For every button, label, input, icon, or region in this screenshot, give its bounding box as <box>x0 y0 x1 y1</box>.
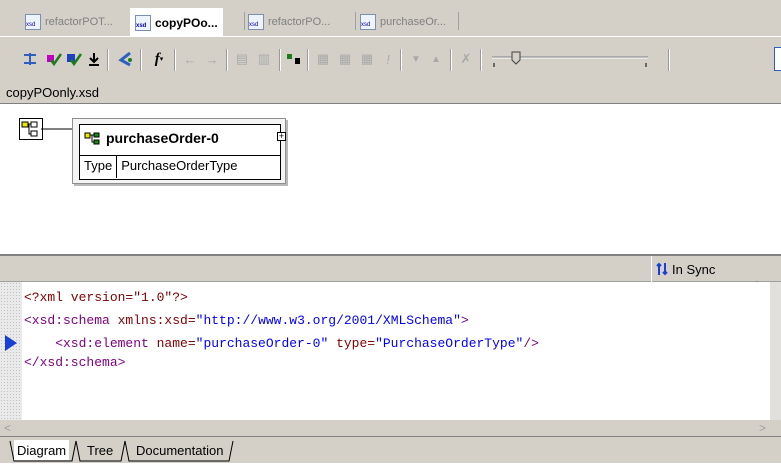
vertical-scrollbar[interactable] <box>770 282 781 420</box>
toolbar-separator <box>226 49 228 71</box>
toolbar-separator <box>107 49 109 71</box>
toolbar-separator <box>400 49 402 71</box>
code-line-2: <xsd:schema xmlns:xsd="http://www.w3.org… <box>24 313 469 328</box>
diagram-canvas[interactable]: purchaseOrder-0 Type PurchaseOrderType + <box>0 104 781 254</box>
tab-purchaseorder[interactable]: purchaseOr... <box>360 11 446 33</box>
function-icon[interactable]: f ▾ <box>148 50 170 68</box>
copy-icon[interactable]: ▤ <box>234 50 250 68</box>
tab-divider <box>458 12 459 30</box>
toolbar-separator <box>174 49 176 71</box>
xsd-file-icon <box>248 14 264 30</box>
current-line-marker-icon <box>5 335 17 351</box>
element-icon <box>84 132 100 145</box>
type-value: PurchaseOrderType <box>121 158 238 173</box>
tab-divider <box>244 12 245 30</box>
expand-node-icon[interactable]: + <box>277 132 286 141</box>
back-icon[interactable]: ← <box>182 50 198 68</box>
tab-label: refactorPOT... <box>45 16 113 28</box>
down-icon[interactable]: ▼ <box>408 50 424 68</box>
tab-documentation[interactable]: Documentation <box>133 440 226 460</box>
validate-all-icon[interactable] <box>66 50 82 68</box>
toolbar-separator <box>480 49 482 71</box>
tab-tree[interactable]: Tree <box>84 440 116 460</box>
element-node[interactable]: purchaseOrder-0 Type PurchaseOrderType + <box>72 118 286 184</box>
sync-label: In Sync <box>672 261 716 277</box>
source-editor[interactable]: <?xml version="1.0"?> <xsd:schema xmlns:… <box>0 282 781 420</box>
insert-icon[interactable]: ▦ <box>315 50 331 68</box>
type-row: Type PurchaseOrderType <box>80 155 280 178</box>
toolbar-separator <box>668 49 670 71</box>
file-path-bar: copyPOonly.xsd <box>0 82 781 104</box>
sync-arrows-icon <box>656 262 668 276</box>
tab-label: purchaseOr... <box>380 16 447 28</box>
scroll-right-icon[interactable]: > <box>759 421 766 435</box>
type-label: Type <box>80 156 118 178</box>
append-icon[interactable]: ▦ <box>359 50 375 68</box>
tab-refactorpo[interactable]: refactorPO... <box>248 11 330 33</box>
toolbar-separator <box>279 49 281 71</box>
bang-icon[interactable]: ! <box>380 50 396 68</box>
code-line-4: </xsd:schema> <box>24 355 126 370</box>
insert-after-icon[interactable]: ▦ <box>337 50 353 68</box>
code-line-3: <xsd:element name="purchaseOrder-0" type… <box>24 336 539 351</box>
document-tab-bar: refactorPOT... copyPOo... refactorPO... … <box>0 0 781 36</box>
tab-diagram[interactable]: Diagram <box>14 440 70 460</box>
horizontal-scrollbar[interactable]: < > <box>0 420 781 436</box>
scroll-left-icon[interactable]: < <box>4 421 11 435</box>
expand-icon[interactable] <box>22 50 38 68</box>
paste-icon[interactable]: ▥ <box>256 50 272 68</box>
spell-icon[interactable] <box>118 50 134 68</box>
connector-line <box>41 128 73 130</box>
element-name: purchaseOrder-0 <box>106 130 219 146</box>
tab-divider <box>355 12 356 30</box>
sync-status-bar: In Sync <box>0 256 781 282</box>
view-tab-bar: Diagram Tree Documentation <box>0 436 781 463</box>
download-icon[interactable] <box>86 50 102 68</box>
tab-copypoonly[interactable]: copyPOo... <box>130 8 223 36</box>
sync-indicator[interactable]: In Sync <box>651 256 768 282</box>
toolbar-separator <box>450 49 452 71</box>
tab-refactorpot[interactable]: refactorPOT... <box>25 11 113 33</box>
editor-gutter <box>0 282 22 420</box>
toolbar-separator <box>140 49 142 71</box>
wizard-icon[interactable] <box>286 50 302 68</box>
delete-icon[interactable]: ✗ <box>458 50 474 68</box>
up-icon[interactable]: ▲ <box>428 50 444 68</box>
forward-icon[interactable]: → <box>204 50 220 68</box>
element-box: purchaseOrder-0 Type PurchaseOrderType <box>79 124 281 180</box>
validate-icon[interactable] <box>46 50 62 68</box>
file-name: copyPOonly.xsd <box>6 85 99 100</box>
tab-label: copyPOo... <box>155 15 218 30</box>
zoom-slider[interactable] <box>490 50 650 68</box>
schema-root-icon[interactable] <box>19 118 43 140</box>
tab-label: refactorPO... <box>268 16 331 28</box>
code-line-1: <?xml version="1.0"?> <box>24 290 188 305</box>
toolbar-separator <box>307 49 309 71</box>
overflow-button[interactable] <box>774 47 781 71</box>
xsd-file-icon <box>360 14 376 30</box>
xsd-file-icon <box>25 14 41 30</box>
xsd-file-icon <box>135 14 151 31</box>
toolbar: f ▾ ← → ▤ ▥ ▦ ▦ ▦ ! ▼ ▲ ✗ <box>0 36 781 82</box>
